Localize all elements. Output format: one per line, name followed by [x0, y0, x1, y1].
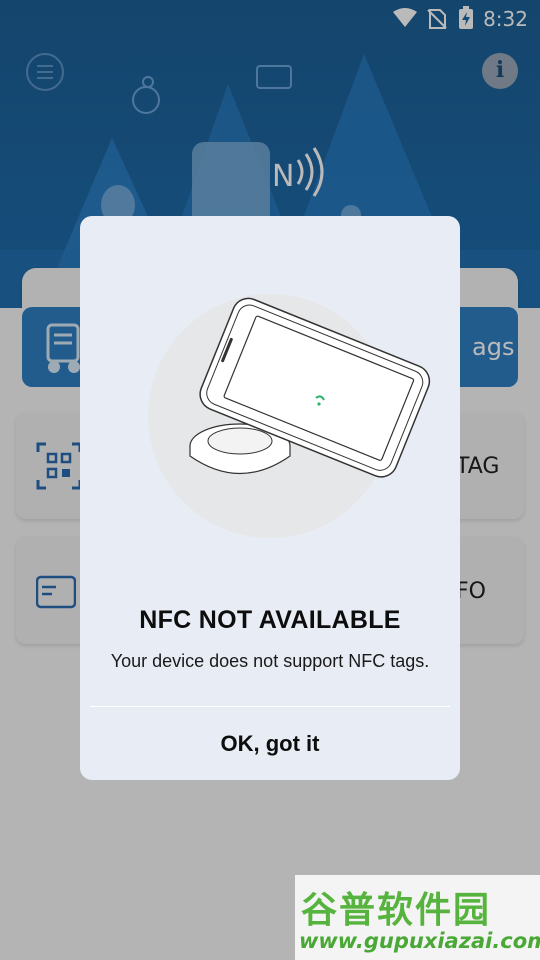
watermark-chinese: 谷普软件园: [301, 890, 492, 931]
watermark-url: www.gupuxiazai.com: [299, 929, 540, 953]
dialog-title: NFC NOT AVAILABLE: [139, 606, 401, 634]
nfc-phone-illustration: [148, 294, 431, 538]
dialog-message: Your device does not support NFC tags.: [110, 651, 430, 671]
watermark: 谷普软件园 www.gupuxiazai.com: [295, 875, 540, 960]
ok-got-it-button[interactable]: OK, got it: [80, 707, 460, 780]
nfc-dialog: NFC NOT AVAILABLE Your device does not s…: [80, 216, 460, 780]
